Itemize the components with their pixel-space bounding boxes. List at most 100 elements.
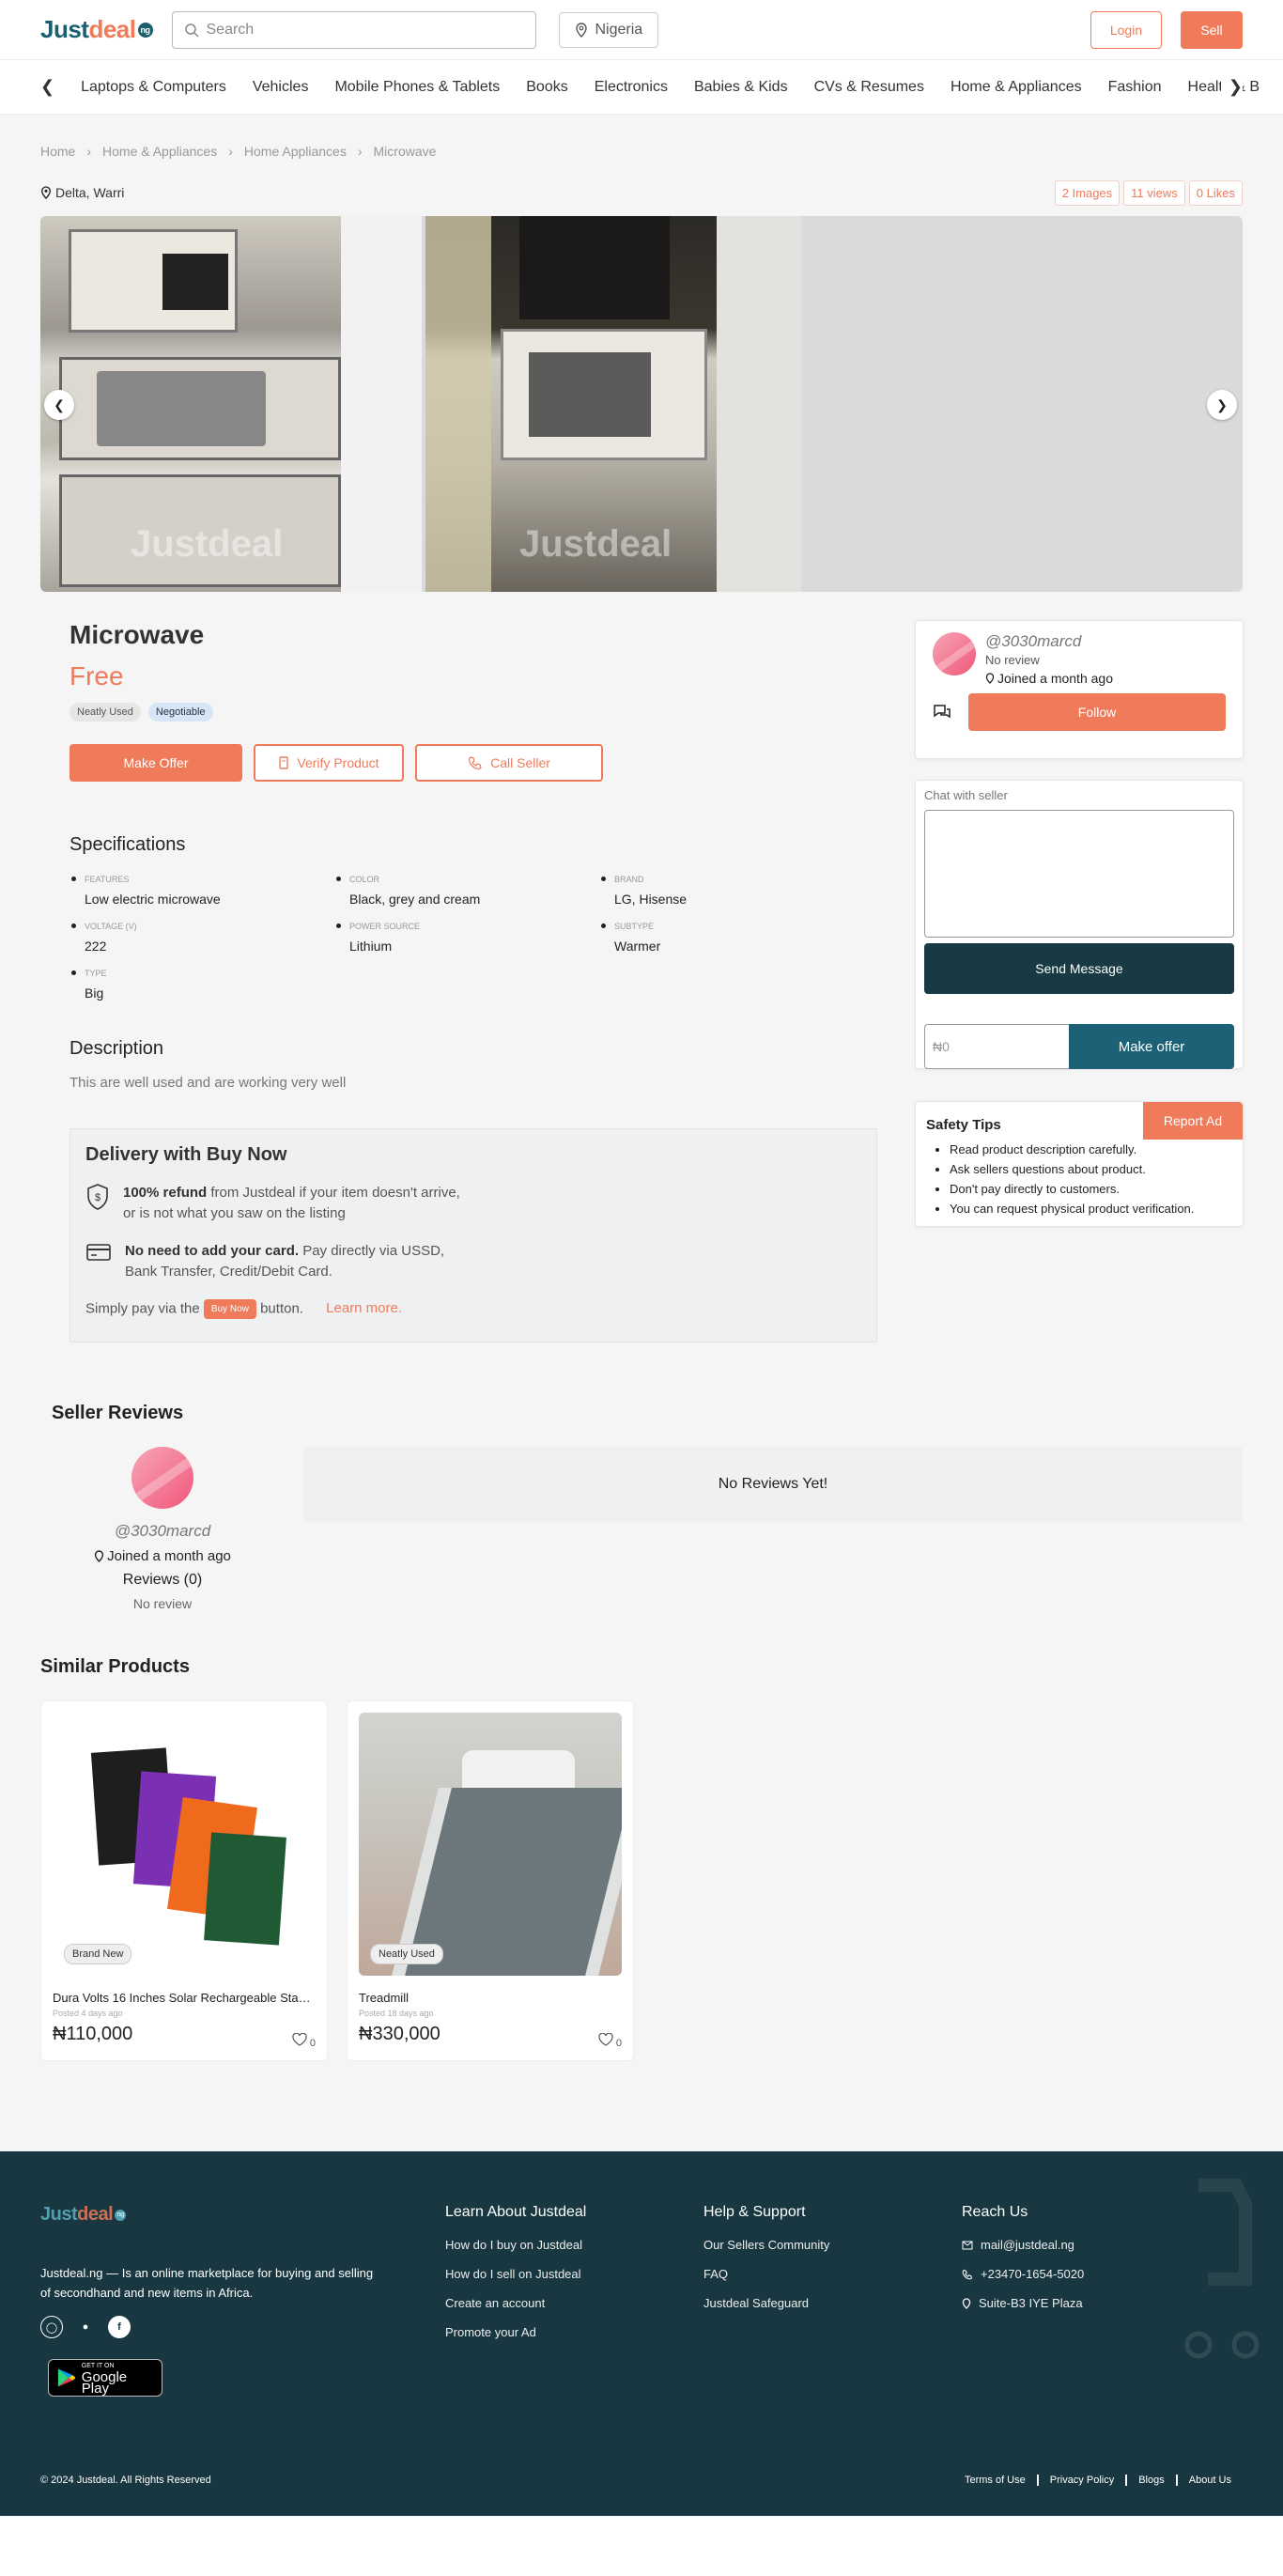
seller-review-status: No review [985,653,1040,667]
contact-phone[interactable]: +23470-1654-5020 [981,2267,1084,2281]
gallery-prev-button[interactable]: ❮ [44,390,74,420]
category-item[interactable]: Electronics [595,79,668,96]
breadcrumb-item[interactable]: Home & Appliances [102,144,217,159]
similar-products-section: Similar Products Brand New Dura Volts 16… [0,1611,1283,2061]
reviewer-handle[interactable]: @3030marcd [40,1522,285,1541]
condition-badge: Neatly Used [70,703,141,722]
category-item[interactable]: CVs & Resumes [814,79,924,96]
breadcrumb-item[interactable]: Home [40,144,75,159]
logo-badge: ng [137,22,153,38]
cart-decoration-icon [1184,2179,1260,2359]
footer-link[interactable]: Justdeal Safeguard [703,2296,962,2310]
avatar[interactable] [933,632,976,675]
likes-count[interactable]: 0 Likes [1188,179,1243,206]
search-input[interactable]: Search [171,10,536,49]
google-play-badge[interactable]: GET IT ON Google Play [48,2359,162,2397]
images-count: 2 Images [1054,179,1121,206]
footer-reach: Reach Us mail@justdeal.ng +23470-1654-50… [962,2204,1085,2310]
location-pin-icon [575,22,587,38]
description-text: This are well used and are working very … [70,1075,347,1091]
product-price: ₦330,000 [359,2024,441,2044]
instagram-icon[interactable]: ◯ [40,2316,63,2338]
contact-email[interactable]: mail@justdeal.ng [981,2238,1074,2252]
delivery-title: Delivery with Buy Now [85,1144,287,1165]
like-button[interactable]: 0 [292,2032,316,2049]
avatar[interactable] [131,1447,193,1509]
make-offer-submit-button[interactable]: Make offer [1069,1024,1234,1069]
location-label: Nigeria [595,21,643,38]
chat-panel: Chat with seller Send Message ₦0 Make of… [915,780,1244,1069]
footer-bottom-link[interactable]: Blogs [1125,2475,1176,2486]
similar-products-heading: Similar Products [40,1656,190,1677]
learn-more-link[interactable]: Learn more. [326,1300,402,1316]
facebook-icon[interactable]: f [108,2316,131,2338]
footer-link[interactable]: Our Sellers Community [703,2238,962,2252]
delivery-panel: Delivery with Buy Now $ 100% refund from… [70,1128,877,1342]
category-item[interactable]: Laptops & Computers [81,79,226,96]
category-item[interactable]: Vehicles [253,79,309,96]
phone-icon [962,2269,973,2279]
safety-tips-list: Read product description carefully. Ask … [916,1140,1243,1226]
listing-meta-row: Delta, Warri 2 Images 11 views 0 Likes [0,169,1283,216]
sell-button[interactable]: Sell [1181,10,1243,49]
location-pin-icon [94,1550,104,1562]
views-count: 11 views [1123,179,1185,206]
heart-icon [292,2032,307,2046]
category-item[interactable]: Books [526,79,567,96]
footer-link[interactable]: How do I buy on Justdeal [445,2238,703,2252]
follow-button[interactable]: Follow [968,693,1226,731]
footer-link[interactable]: Create an account [445,2296,703,2310]
chat-message-input[interactable] [924,810,1234,938]
footer-link[interactable]: How do I sell on Justdeal [445,2267,703,2281]
seller-handle[interactable]: @3030marcd [985,632,1113,651]
product-posted: Posted 18 days ago [359,2009,434,2018]
category-item[interactable]: Babies & Kids [694,79,788,96]
send-message-button[interactable]: Send Message [924,943,1234,994]
category-item[interactable]: Mobile Phones & Tablets [334,79,500,96]
spec-item: COLOR Black, grey and cream [334,875,599,907]
logo[interactable]: Just deal ng [40,15,153,44]
login-button[interactable]: Login [1090,10,1162,49]
like-button[interactable]: 0 [598,2032,622,2049]
chevron-left-icon[interactable]: ❮ [40,77,54,97]
location-selector[interactable]: Nigeria [558,11,659,48]
no-reviews-message: No Reviews Yet! [303,1447,1243,1522]
product-image[interactable]: Brand New [53,1713,316,1976]
offer-amount-input[interactable]: ₦0 [924,1024,1069,1069]
footer-bottom-link[interactable]: Privacy Policy [1036,2475,1125,2486]
footer-bottom-link[interactable]: About Us [1175,2475,1243,2486]
product-title[interactable]: Dura Volts 16 Inches Solar Rechargeable … [53,1991,316,2005]
verify-product-label: Verify Product [297,755,379,770]
page-body: Home › Home & Appliances › Home Appliances… [0,115,1283,2516]
top-header: Just deal ng Search Nigeria Login Sell [0,0,1283,60]
chevron-right-icon[interactable]: ❯ [1220,77,1243,97]
product-image[interactable]: Neatly Used [359,1713,622,1976]
footer-bottom-link[interactable]: Terms of Use [953,2475,1037,2486]
make-offer-button[interactable]: Make Offer [70,744,242,782]
product-title[interactable]: Treadmill [359,1991,622,2005]
spec-item: BRAND LG, Hisense [599,875,864,907]
product-card[interactable]: Neatly Used Treadmill Posted 18 days ago… [347,1700,634,2061]
category-item[interactable]: Home & Appliances [951,79,1082,96]
specifications-list: FEATURES Low electric microwave COLOR Blac… [70,875,877,1001]
chat-bubbles-icon[interactable] [933,703,951,722]
call-seller-button[interactable]: Call Seller [415,744,603,782]
verify-product-button[interactable]: Verify Product [254,744,404,782]
twitter-icon[interactable]: ● [74,2316,97,2338]
location-pin-icon [985,673,995,684]
footer-link[interactable]: Promote your Ad [445,2325,703,2339]
like-count: 0 [309,2038,316,2049]
svg-text:$: $ [95,1192,100,1203]
footer: Just deal ng Justdeal.ng — Is an online ma… [0,2151,1283,2516]
gallery-next-button[interactable]: ❯ [1207,390,1237,420]
negotiable-badge: Negotiable [147,703,213,722]
footer-link[interactable]: FAQ [703,2267,962,2281]
logo-text-a: Just [40,15,89,43]
footer-logo[interactable]: Just deal ng [40,2204,445,2226]
category-bar: ❮ Laptops & Computers Vehicles Mobile Ph… [0,60,1283,115]
safety-tips-title: Safety Tips [926,1117,1001,1133]
category-item[interactable]: Fashion [1108,79,1162,96]
product-card[interactable]: Brand New Dura Volts 16 Inches Solar Rec… [40,1700,328,2061]
report-ad-button[interactable]: Report Ad [1143,1102,1243,1140]
breadcrumb-item[interactable]: Home Appliances [244,144,347,159]
